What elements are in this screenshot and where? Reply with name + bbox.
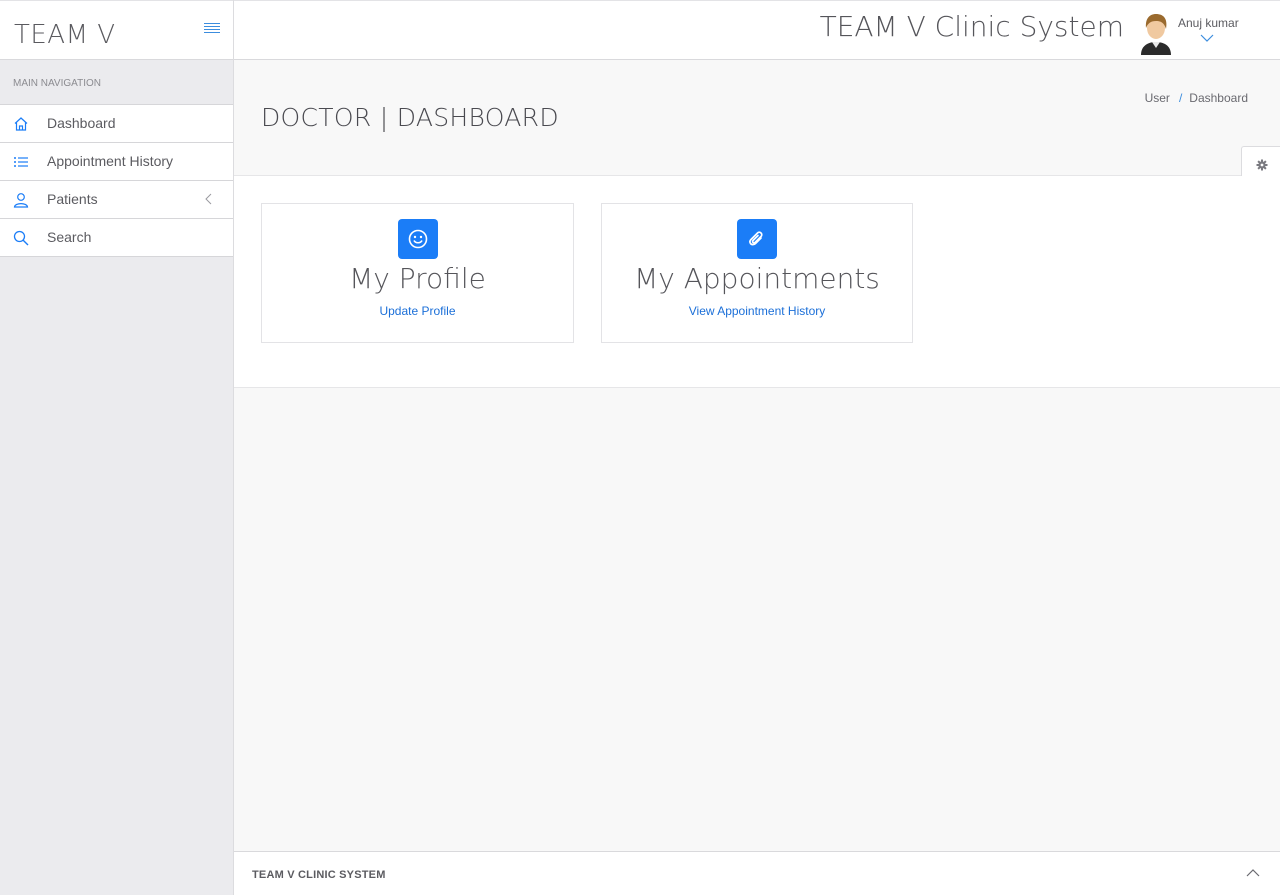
chevron-up-icon[interactable] bbox=[1246, 868, 1260, 878]
home-icon bbox=[14, 117, 28, 131]
breadcrumb: User / Dashboard bbox=[1145, 91, 1248, 105]
page-title: DOCTOR | DASHBOARD bbox=[261, 103, 559, 132]
sidebar-item-label: Patients bbox=[47, 191, 98, 207]
sidebar-brand: TEAM V bbox=[0, 0, 233, 60]
brand-logo-text: TEAM V bbox=[14, 20, 116, 50]
sidebar-item-label: Dashboard bbox=[47, 115, 116, 131]
nav-heading: MAIN NAVIGATION bbox=[0, 60, 233, 105]
paperclip-icon bbox=[737, 219, 777, 259]
card-my-profile: My Profile Update Profile bbox=[261, 203, 574, 343]
update-profile-link[interactable]: Update Profile bbox=[262, 304, 573, 318]
main-navigation: Dashboard Appointment History Patients S… bbox=[0, 105, 233, 257]
card-title: My Appointments bbox=[634, 262, 880, 295]
gear-icon bbox=[1256, 159, 1268, 171]
sidebar-item-dashboard[interactable]: Dashboard bbox=[0, 105, 233, 143]
avatar[interactable] bbox=[1137, 11, 1175, 55]
page-header: DOCTOR | DASHBOARD User / Dashboard bbox=[234, 60, 1280, 176]
menu-toggle-icon[interactable] bbox=[204, 23, 220, 35]
user-name[interactable]: Anuj kumar bbox=[1178, 16, 1239, 30]
view-appointment-history-link[interactable]: View Appointment History bbox=[602, 304, 912, 318]
app-title: TEAM V Clinic System bbox=[819, 10, 1124, 43]
sidebar-item-appointment-history[interactable]: Appointment History bbox=[0, 143, 233, 181]
footer-text: TEAM V CLINIC SYSTEM bbox=[252, 869, 386, 881]
search-icon bbox=[13, 230, 29, 246]
sidebar-item-search[interactable]: Search bbox=[0, 219, 233, 257]
breadcrumb-separator: / bbox=[1178, 91, 1183, 105]
card-my-appointments: My Appointments View Appointment History bbox=[601, 203, 913, 343]
card-title: My Profile bbox=[349, 262, 486, 295]
dashboard-content: My Profile Update Profile My Appointment… bbox=[234, 176, 1280, 388]
sidebar-item-label: Appointment History bbox=[47, 153, 174, 169]
sidebar: TEAM V MAIN NAVIGATION Dashboard Appoint… bbox=[0, 0, 234, 895]
breadcrumb-item-dashboard: Dashboard bbox=[1189, 91, 1248, 105]
list-icon bbox=[14, 157, 28, 167]
user-icon bbox=[13, 193, 29, 208]
chevron-left-icon bbox=[205, 193, 212, 205]
sidebar-item-patients[interactable]: Patients bbox=[0, 181, 233, 219]
breadcrumb-item-user[interactable]: User bbox=[1145, 91, 1170, 105]
chevron-down-icon[interactable] bbox=[1200, 33, 1214, 43]
footer: TEAM V CLINIC SYSTEM bbox=[234, 851, 1280, 895]
sidebar-item-label: Search bbox=[47, 229, 92, 245]
smile-icon bbox=[397, 219, 438, 259]
top-navbar: TEAM V Clinic System Anuj kumar bbox=[234, 0, 1280, 60]
